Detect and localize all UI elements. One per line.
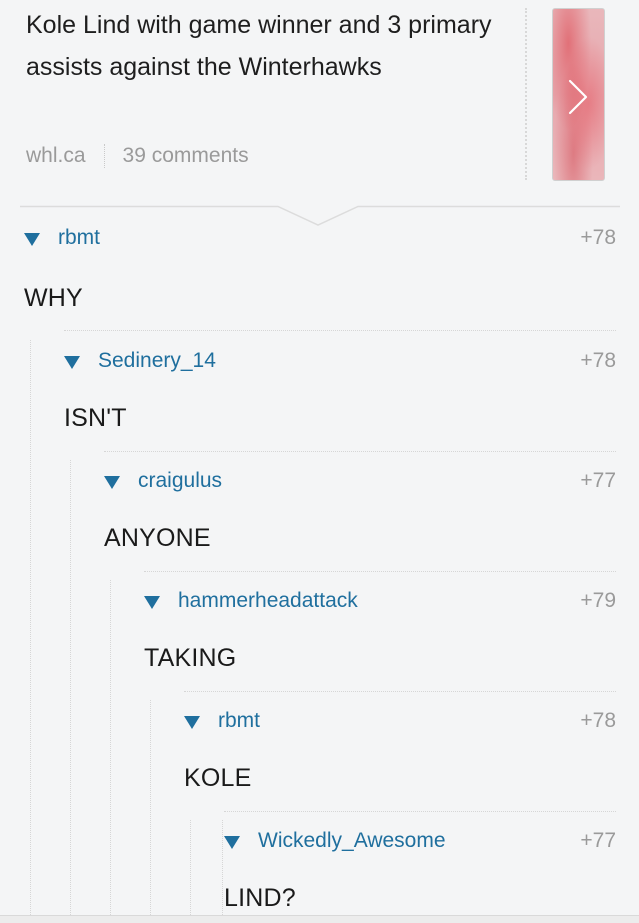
post-header[interactable]: Kole Lind with game winner and 3 primary… bbox=[0, 0, 639, 205]
thread-line bbox=[222, 820, 223, 915]
comment-score: +78 bbox=[580, 226, 616, 249]
post-thumbnail[interactable] bbox=[552, 8, 605, 181]
chevron-right-icon bbox=[568, 79, 588, 115]
comment: Wickedly_Awesome +77 LIND? bbox=[224, 829, 639, 915]
comment-body: WHY bbox=[24, 284, 83, 312]
comment-body: TAKING bbox=[144, 644, 237, 672]
thread-line bbox=[70, 460, 71, 915]
comment: hammerheadattack +79 TAKING bbox=[144, 589, 639, 699]
comment: Sedinery_14 +78 ISN'T bbox=[64, 349, 639, 459]
comment-score: +79 bbox=[580, 589, 616, 612]
comment-score: +78 bbox=[580, 349, 616, 372]
post-meta: whl.ca 39 comments bbox=[26, 144, 249, 168]
comment-header[interactable]: Wickedly_Awesome bbox=[224, 829, 446, 853]
triangle-down-icon[interactable] bbox=[104, 475, 120, 489]
thread-line bbox=[110, 580, 111, 915]
comment-username[interactable]: craigulus bbox=[138, 469, 222, 493]
comment-thread-screen: Kole Lind with game winner and 3 primary… bbox=[0, 0, 639, 923]
comment-username[interactable]: Sedinery_14 bbox=[98, 349, 216, 373]
comment-header[interactable]: rbmt bbox=[24, 226, 100, 250]
triangle-down-icon[interactable] bbox=[64, 355, 80, 369]
comment-score: +77 bbox=[580, 829, 616, 852]
thread-line bbox=[30, 340, 31, 915]
comment-count[interactable]: 39 comments bbox=[123, 144, 249, 168]
comment-score: +77 bbox=[580, 469, 616, 492]
comment: rbmt +78 WHY bbox=[24, 226, 639, 336]
comment-separator bbox=[64, 330, 616, 331]
post-title[interactable]: Kole Lind with game winner and 3 primary… bbox=[26, 4, 496, 88]
triangle-down-icon[interactable] bbox=[144, 595, 160, 609]
comment-header[interactable]: Sedinery_14 bbox=[64, 349, 216, 373]
comment-header[interactable]: craigulus bbox=[104, 469, 222, 493]
post-domain[interactable]: whl.ca bbox=[26, 144, 86, 168]
comment-separator bbox=[224, 811, 616, 812]
thread-line bbox=[190, 820, 191, 915]
comment-body: ANYONE bbox=[104, 524, 211, 552]
comment-username[interactable]: rbmt bbox=[58, 226, 100, 250]
triangle-down-icon[interactable] bbox=[224, 835, 240, 849]
triangle-down-icon[interactable] bbox=[24, 232, 40, 246]
comment-header[interactable]: rbmt bbox=[184, 709, 260, 733]
comment-username[interactable]: hammerheadattack bbox=[178, 589, 358, 613]
comment-separator bbox=[104, 451, 616, 452]
thread-line bbox=[150, 700, 151, 915]
comment-body: ISN'T bbox=[64, 404, 127, 432]
comment: rbmt +78 KOLE bbox=[184, 709, 639, 819]
comment-username[interactable]: rbmt bbox=[218, 709, 260, 733]
meta-separator bbox=[103, 144, 105, 168]
bottom-bar bbox=[0, 915, 639, 923]
comment-separator bbox=[184, 691, 616, 692]
comment: craigulus +77 ANYONE bbox=[104, 469, 639, 579]
comment-separator bbox=[144, 571, 616, 572]
comment-body: LIND? bbox=[224, 884, 296, 912]
header-divider bbox=[525, 8, 527, 180]
comment-username[interactable]: Wickedly_Awesome bbox=[258, 829, 446, 853]
triangle-down-icon[interactable] bbox=[184, 715, 200, 729]
comment-body: KOLE bbox=[184, 764, 252, 792]
comment-header[interactable]: hammerheadattack bbox=[144, 589, 358, 613]
comment-score: +78 bbox=[580, 709, 616, 732]
